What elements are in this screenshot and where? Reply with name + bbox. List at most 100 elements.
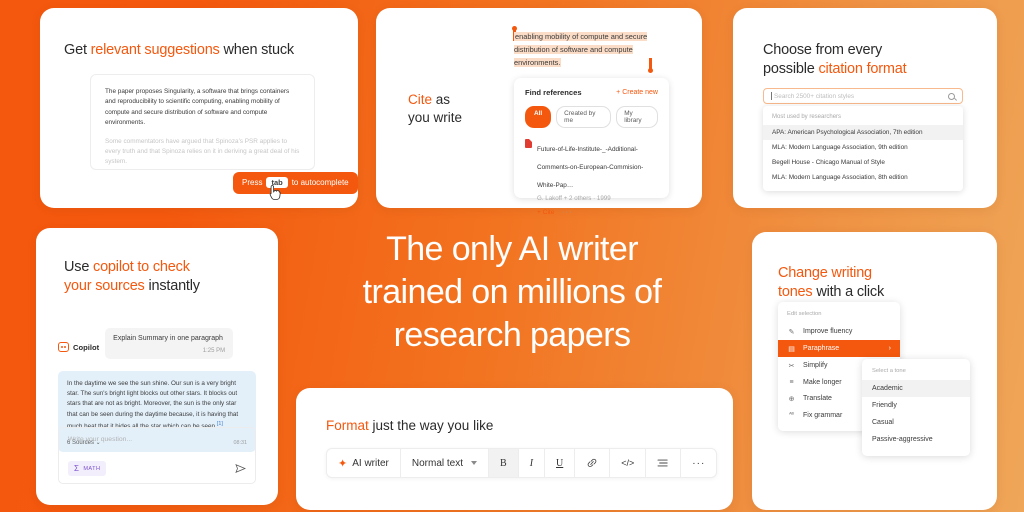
sparkle-icon: ✦: [338, 457, 348, 470]
filter-chip-all[interactable]: All: [525, 106, 552, 128]
title-part-highlight: relevant suggestions: [90, 42, 220, 58]
menu-item-improve-fluency[interactable]: ✎ Improve fluency: [778, 323, 900, 340]
menu-item-label: Paraphrase: [803, 345, 840, 352]
citation-style-search-input[interactable]: Search 2500+ citation styles: [763, 88, 963, 104]
ai-writer-button[interactable]: ✦ AI writer: [327, 449, 401, 477]
headline-line-3: research papers: [393, 315, 631, 354]
card-tones-title: Change writing tones with a click: [778, 264, 884, 302]
copilot-title-hl1: copilot to check: [93, 259, 190, 275]
globe-icon: ⊕: [788, 395, 795, 403]
reference-title: Future-of-Life-Institute-_-Additional-Co…: [537, 146, 644, 189]
tone-option-casual[interactable]: Casual: [862, 414, 970, 431]
tones-title-hl1: Change writing: [778, 265, 872, 281]
reference-actions: + Cite ···: [537, 209, 658, 216]
text-caret-icon: [771, 92, 772, 100]
more-button[interactable]: ···: [681, 449, 716, 477]
card-toolbar-title: Format just the way you like: [326, 418, 493, 433]
filter-chip-my-library[interactable]: My library: [616, 106, 658, 128]
copilot-answer-citation[interactable]: [1]: [217, 421, 223, 427]
sigma-icon: Σ: [74, 464, 80, 473]
grammar-icon: ᴬᴮ: [789, 412, 794, 418]
copilot-agent-badge: Copilot: [58, 342, 99, 352]
title-part-post: when stuck: [219, 42, 294, 58]
cite-title-rest: as: [432, 92, 451, 107]
dropdown-option-begell-chicago[interactable]: Begell House - Chicago Manual of Style: [763, 155, 963, 170]
selected-text-value: enabling mobility of compute and secure …: [514, 32, 648, 68]
edit-selection-header: Edit selection: [787, 311, 822, 317]
copilot-question-input[interactable]: Write your question... Σ MATH: [58, 427, 256, 484]
menu-item-label: Improve fluency: [803, 328, 853, 335]
cite-title-highlight: Cite: [408, 92, 433, 107]
toolbar-title-highlight: Format: [326, 418, 369, 433]
copilot-answer-body: In the daytime we see the sun shine. Our…: [67, 380, 239, 430]
card-format-toolbar: Format just the way you like ✦ AI writer…: [296, 388, 733, 510]
find-references-panel: Find references + Create new All Created…: [514, 78, 669, 216]
copilot-input-footer: Σ MATH: [68, 461, 246, 476]
text-style-dropdown[interactable]: Normal text: [401, 449, 490, 477]
dropdown-option-apa7[interactable]: APA: American Psychological Association,…: [763, 125, 963, 140]
more-options-icon[interactable]: ···: [562, 209, 572, 216]
page-headline: The only AI writer trained on millions o…: [292, 228, 732, 356]
pointer-cursor-icon: [268, 184, 282, 201]
chevron-down-icon: [471, 461, 478, 465]
menu-item-paraphrase[interactable]: ▤ Paraphrase ›: [778, 340, 900, 357]
user-question-bubble: Explain Summary in one paragraph 1:25 PM: [105, 328, 234, 359]
selected-text: enabling mobility of compute and secure …: [514, 30, 662, 70]
paraphrase-icon: ▤: [788, 345, 795, 353]
dropdown-option-mla9[interactable]: MLA: Modern Language Association, 9th ed…: [763, 140, 963, 155]
bold-button[interactable]: B: [489, 449, 519, 477]
send-icon[interactable]: [235, 464, 246, 473]
reference-list-item[interactable]: Future-of-Life-Institute-_-Additional-Co…: [525, 138, 658, 202]
italic-button[interactable]: I: [519, 449, 546, 477]
card-citation-format: Choose from every possible citation form…: [733, 8, 997, 208]
lines-icon: ≡: [789, 378, 794, 386]
tone-option-academic[interactable]: Academic: [862, 380, 970, 397]
document-preview: The paper proposes Singularity, a softwa…: [90, 74, 315, 170]
link-button[interactable]: [575, 449, 611, 477]
tone-option-friendly[interactable]: Friendly: [862, 397, 970, 414]
code-button[interactable]: </>: [610, 449, 647, 477]
reference-authors: G. Lakoff + 2 others · 1999: [537, 195, 611, 202]
link-icon: [587, 458, 597, 467]
scissors-icon: ✂: [788, 362, 795, 370]
cite-button[interactable]: + Cite: [537, 209, 554, 216]
editor-toolbar: ✦ AI writer Normal text B I U </> ···: [326, 448, 718, 478]
list-button[interactable]: [646, 449, 682, 477]
title-part-pre: Get: [64, 42, 91, 58]
hint-suffix: to autocomplete: [291, 178, 349, 187]
search-placeholder: Search 2500+ citation styles: [774, 92, 855, 100]
card-cite-as-you-write: enabling mobility of compute and secure …: [376, 8, 932, 216]
find-references-title: Find references: [525, 88, 582, 97]
cite-title-line2: you write: [408, 110, 463, 126]
list-icon: [657, 459, 668, 467]
tones-title-hl2: tones: [778, 284, 813, 301]
tone-option-passive-aggressive[interactable]: Passive-aggressive: [862, 431, 970, 448]
menu-item-label: Fix grammar: [803, 411, 843, 419]
copilot-input-placeholder: Write your question...: [68, 436, 133, 443]
autocomplete-hint-badge[interactable]: Press tab to autocomplete: [233, 172, 358, 194]
tone-submenu-header: Select a tone: [872, 368, 906, 374]
underline-button[interactable]: U: [545, 449, 576, 477]
text-style-value: Normal text: [411, 457, 464, 469]
document-paragraph: The paper proposes Singularity, a softwa…: [105, 88, 290, 127]
create-new-button[interactable]: + Create new: [616, 89, 658, 96]
headline-line-1: The only AI writer: [386, 230, 638, 268]
dropdown-option-mla8[interactable]: MLA: Modern Language Association, 8th ed…: [763, 170, 963, 185]
robot-icon: [58, 342, 69, 352]
copilot-question-row: Copilot Explain Summary in one paragraph…: [58, 328, 258, 359]
math-button[interactable]: Σ MATH: [68, 461, 107, 476]
card-cite-title: Cite as you write: [408, 91, 462, 127]
italic-label: I: [529, 457, 534, 469]
menu-item-label: Make longer: [803, 378, 842, 386]
toolbar-title-rest: just the way you like: [368, 418, 494, 433]
underline-label: U: [556, 457, 564, 469]
card-format-title: Choose from every possible citation form…: [763, 41, 907, 79]
user-question-text: Explain Summary in one paragraph: [113, 335, 223, 342]
tone-submenu: Select a tone Academic Friendly Casual P…: [862, 359, 970, 456]
search-icon[interactable]: [948, 92, 955, 100]
format-title-line1: Choose from every: [763, 42, 883, 58]
copilot-title-post: instantly: [144, 278, 200, 295]
card-suggestions-title: Get relevant suggestions when stuck: [64, 41, 294, 60]
filter-chip-created-by-me[interactable]: Created by me: [556, 106, 612, 128]
card-relevant-suggestions: Get relevant suggestions when stuck The …: [40, 8, 358, 208]
